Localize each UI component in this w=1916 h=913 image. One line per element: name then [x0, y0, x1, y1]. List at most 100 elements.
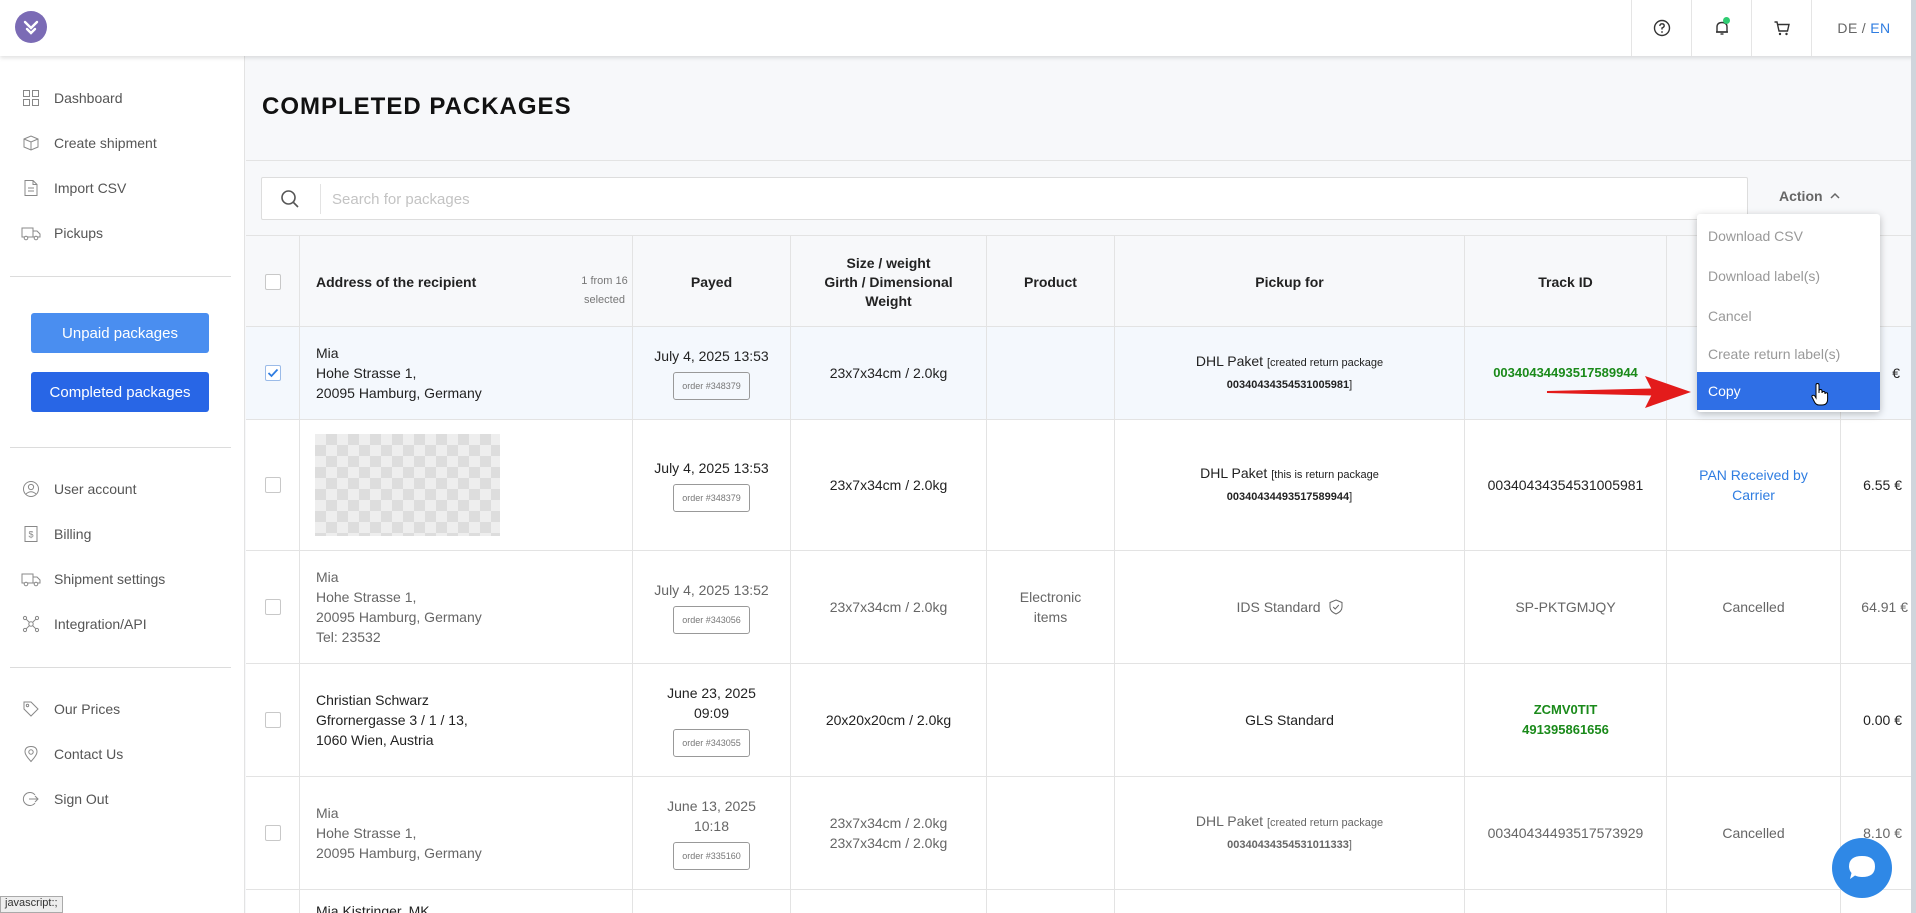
address-cell: [246, 420, 633, 550]
pickup-bracket-close: ]: [1349, 379, 1353, 391]
table-row[interactable]: Mia Kistringer, MK: [246, 890, 1916, 913]
order-badge[interactable]: order #335160: [673, 842, 750, 870]
sidebar-item-pickups[interactable]: Pickups: [0, 218, 245, 248]
menu-item-download-csv[interactable]: Download CSV: [1697, 218, 1880, 254]
sidebar-item-dashboard[interactable]: Dashboard: [0, 83, 245, 113]
sidebar-item-label: Integration/API: [54, 616, 147, 632]
title-divider: [246, 160, 1911, 161]
status-line2[interactable]: Carrier: [1732, 485, 1775, 505]
pickup-reference[interactable]: 00340434354531005981: [1227, 379, 1349, 391]
search-icon: [280, 189, 300, 214]
page-title: COMPLETED PACKAGES: [262, 93, 572, 120]
truck-icon: [21, 223, 41, 243]
sidebar-item-shipment-settings[interactable]: Shipment settings: [0, 564, 245, 594]
search-input[interactable]: [332, 184, 1712, 214]
pickup-cell: DHL Paket [created return package 003404…: [1115, 777, 1465, 889]
table-row[interactable]: Mia Hohe Strasse 1, 20095 Hamburg, Germa…: [246, 551, 1916, 664]
lang-separator: /: [1861, 20, 1867, 36]
address-cell: Mia Kistringer, MK: [246, 890, 633, 913]
payed-date-line1: June 13, 2025: [667, 798, 756, 814]
pickup-cell: IDS Standard: [1115, 551, 1465, 663]
size-cell: 23x7x34cm / 2.0kg: [791, 420, 987, 550]
track-id[interactable]: 00340434493517573929: [1488, 823, 1644, 843]
product-cell: [987, 777, 1115, 889]
sidebar-item-our-prices[interactable]: Our Prices: [0, 694, 245, 724]
size-cell: 23x7x34cm / 2.0kg: [791, 551, 987, 663]
order-badge[interactable]: order #343056: [673, 606, 750, 634]
action-button[interactable]: Action: [1779, 188, 1841, 204]
pickup-cell: DHL Paket [created return package 003404…: [1115, 327, 1465, 419]
menu-item-copy[interactable]: Copy: [1697, 372, 1880, 410]
order-badge[interactable]: order #343055: [673, 729, 750, 757]
sidebar-item-label: Import CSV: [54, 180, 127, 196]
dashboard-icon: [21, 88, 41, 108]
annotation-arrow-icon: [1545, 376, 1691, 408]
help-button[interactable]: [1631, 0, 1691, 56]
search-divider: [320, 184, 321, 214]
location-pin-icon: [21, 744, 41, 764]
sidebar-item-create-shipment[interactable]: Create shipment: [0, 128, 245, 158]
lang-en[interactable]: EN: [1870, 20, 1890, 36]
track-id[interactable]: 00340434354531005981: [1488, 475, 1644, 495]
address-cell: Mia Hohe Strasse 1, 20095 Hamburg, Germa…: [246, 551, 633, 663]
menu-item-download-labels[interactable]: Download label(s): [1697, 258, 1880, 294]
header-size-line2: Girth / Dimensional: [824, 273, 953, 290]
chat-button[interactable]: [1832, 838, 1892, 898]
logo[interactable]: [15, 11, 47, 43]
status-cell: PAN Received by Carrier: [1667, 420, 1841, 550]
logo-icon: [23, 20, 39, 35]
product-line1: Electronic: [1019, 589, 1082, 605]
payed-cell: July 4, 2025 13:53 order #348379: [633, 420, 791, 550]
recipient-name: Mia: [316, 805, 339, 821]
table-row[interactable]: July 4, 2025 13:53 order #348379 23x7x34…: [246, 420, 1916, 551]
track-id[interactable]: SP-PKTGMJQY: [1515, 597, 1615, 617]
pickup-note: [this is return package: [1271, 469, 1379, 481]
price-cell: 0.00 €: [1863, 712, 1902, 728]
notification-dot: [1723, 17, 1730, 24]
price-cell: 6.55 €: [1863, 477, 1902, 493]
api-icon: [21, 614, 41, 634]
sidebar-item-user-account[interactable]: User account: [0, 474, 245, 504]
search-bar: [261, 177, 1748, 220]
sidebar-item-import-csv[interactable]: Import CSV: [0, 173, 245, 203]
recipient-street: Hohe Strasse 1,: [316, 825, 417, 841]
header-pickup: Pickup for: [1115, 236, 1465, 328]
size-cell: [791, 890, 987, 913]
sidebar: Dashboard Create shipment Import CSV Pic…: [0, 56, 245, 913]
product-cell: [987, 890, 1115, 913]
track-id-cell: 00340434354531005981: [1465, 420, 1667, 550]
track-id-line2[interactable]: 491395861656: [1522, 720, 1609, 740]
notifications-button[interactable]: [1691, 0, 1751, 56]
order-badge[interactable]: order #348379: [673, 372, 750, 400]
action-dropdown-menu: Download CSV Download label(s) Cancel Cr…: [1697, 214, 1880, 412]
track-id-line1[interactable]: ZCMV0TIT: [1534, 700, 1598, 720]
sign-out-icon: [21, 789, 41, 809]
sidebar-item-sign-out[interactable]: Sign Out: [0, 784, 245, 814]
sidebar-item-integration-api[interactable]: Integration/API: [0, 609, 245, 639]
scrollbar[interactable]: [1911, 0, 1916, 913]
select-all-checkbox[interactable]: [264, 274, 281, 290]
action-label: Action: [1779, 188, 1823, 204]
sidebar-item-contact-us[interactable]: Contact Us: [0, 739, 245, 769]
recipient-city: 20095 Hamburg, Germany: [316, 385, 482, 401]
sidebar-item-label: Sign Out: [54, 791, 109, 807]
table-row[interactable]: Christian Schwarz Gfrornergasse 3 / 1 / …: [246, 664, 1916, 777]
recipient-street: Hohe Strasse 1,: [316, 365, 417, 381]
price-tag-icon: [21, 699, 41, 719]
completed-packages-button[interactable]: Completed packages: [31, 372, 209, 412]
sidebar-item-label: User account: [54, 481, 137, 497]
order-badge[interactable]: order #348379: [673, 484, 750, 512]
payed-date: July 4, 2025 13:53: [654, 460, 769, 476]
status-line1[interactable]: PAN Received by: [1699, 465, 1808, 485]
table-row[interactable]: Mia Hohe Strasse 1, 20095 Hamburg, Germa…: [246, 777, 1916, 890]
recipient-street: Gfrornergasse 3 / 1 / 13,: [316, 712, 468, 728]
product-line2: items: [1033, 609, 1068, 625]
pickup-reference[interactable]: 00340434354531011333: [1227, 839, 1349, 851]
unpaid-packages-button[interactable]: Unpaid packages: [31, 313, 209, 353]
menu-item-cancel[interactable]: Cancel: [1697, 298, 1880, 334]
lang-de[interactable]: DE: [1837, 20, 1857, 36]
pickup-reference[interactable]: 00340434493517589944: [1227, 491, 1349, 503]
cart-button[interactable]: [1751, 0, 1811, 56]
menu-item-create-return-labels[interactable]: Create return label(s): [1697, 336, 1880, 372]
sidebar-item-billing[interactable]: $ Billing: [0, 519, 245, 549]
